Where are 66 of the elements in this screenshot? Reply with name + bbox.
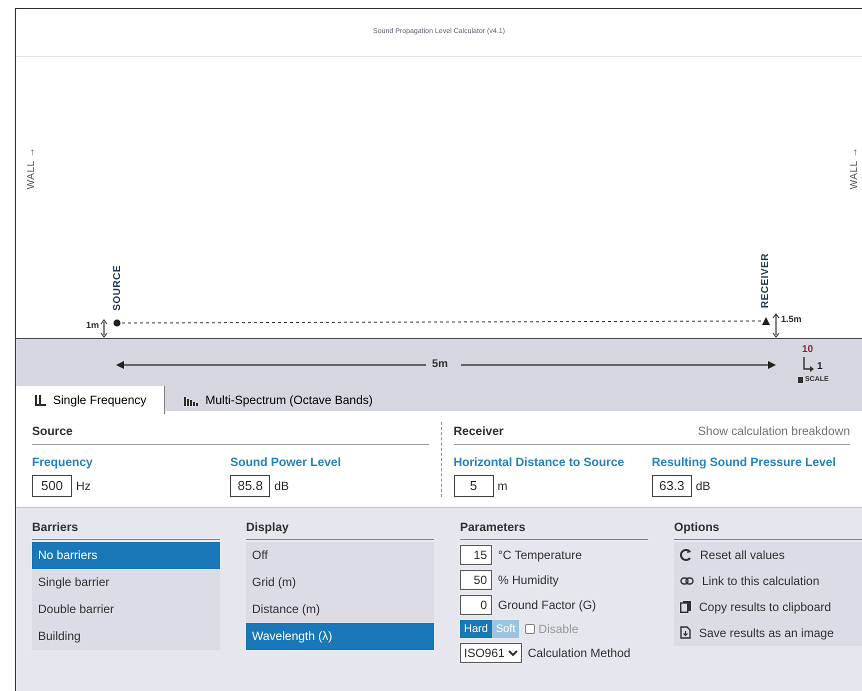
- receiver-label: RECEIVER: [759, 253, 772, 308]
- field-label: Sound Power Level: [230, 454, 342, 471]
- section-heading: Source: [32, 423, 73, 440]
- checkbox-label: Disable: [538, 620, 578, 638]
- breakdown-link[interactable]: Show calculation breakdown: [698, 422, 850, 440]
- source-dot: [114, 320, 120, 326]
- section-heading: Barriers: [32, 518, 220, 540]
- height-arrow: [100, 319, 108, 338]
- wall-label: WALL →: [848, 147, 861, 190]
- input-field[interactable]: 0: [460, 594, 492, 614]
- option-button[interactable]: Link to this calculation: [674, 568, 826, 594]
- list-item[interactable]: Off: [246, 542, 434, 568]
- wall-label: WALL →: [25, 147, 38, 190]
- input-field[interactable]: 5: [454, 475, 494, 496]
- value-display[interactable]: 85.8: [230, 475, 270, 496]
- scale-axes-icon: [803, 357, 814, 372]
- field-label: % Humidity: [498, 572, 559, 588]
- unit-label: m: [498, 478, 508, 495]
- method-select[interactable]: ISO961: [460, 643, 522, 663]
- section-heading: Receiver: [454, 423, 504, 440]
- unit-label: dB: [274, 478, 289, 495]
- field-label: Horizontal Distance to Source: [454, 454, 626, 471]
- field-label: Ground Factor (G): [498, 596, 596, 614]
- unit-label: Hz: [76, 478, 91, 495]
- scale-value: 1: [817, 360, 823, 374]
- height-label: 1.5m: [781, 313, 802, 326]
- refresh-icon: [680, 548, 692, 560]
- unit-label: dB: [696, 478, 710, 495]
- checkbox[interactable]: [525, 624, 536, 634]
- height-label: 1m: [86, 319, 100, 332]
- field-label: Resulting Sound Pressure Level: [652, 454, 837, 471]
- field-label: Frequency: [32, 454, 94, 471]
- list-item[interactable]: Single barrier: [32, 568, 220, 596]
- single-bar-icon: [34, 394, 47, 406]
- tab[interactable]: Multi-Spectrum (Octave Bands): [165, 386, 391, 414]
- receiver-icon: [762, 317, 770, 325]
- chevron-down-icon: [508, 650, 518, 656]
- list-item[interactable]: Building: [32, 622, 220, 650]
- input-field[interactable]: 15: [460, 544, 492, 564]
- distance-label: 5m: [432, 357, 448, 372]
- field-label: °C Temperature: [498, 546, 582, 564]
- list-item[interactable]: Double barrier: [32, 596, 220, 622]
- height-arrow: [772, 313, 780, 338]
- input-field[interactable]: 50: [460, 570, 492, 590]
- save-image-icon: [680, 626, 691, 639]
- list-item[interactable]: Wavelength (λ): [246, 622, 434, 650]
- copy-icon: [680, 600, 691, 612]
- scale-icon: [798, 377, 803, 383]
- option-button[interactable]: Copy results to clipboard: [674, 594, 838, 620]
- list-item[interactable]: Grid (m): [246, 568, 434, 596]
- link-icon: [680, 576, 694, 584]
- section-heading: Options: [674, 518, 862, 540]
- option-button[interactable]: Save results as an image: [674, 620, 840, 646]
- input-field[interactable]: 500: [32, 475, 72, 496]
- list-item[interactable]: No barriers: [32, 542, 220, 568]
- field-label: Calculation Method: [528, 645, 630, 662]
- option-button[interactable]: Reset all values: [674, 542, 791, 568]
- scale-value: 10: [802, 343, 814, 357]
- toggle-option[interactable]: Hard: [460, 620, 492, 638]
- value-display[interactable]: 63.3: [652, 475, 692, 496]
- bar-chart-icon: [183, 394, 200, 406]
- source-label: SOURCE: [111, 265, 124, 311]
- tab[interactable]: Single Frequency: [16, 386, 166, 414]
- section-heading: Display: [246, 518, 434, 540]
- section-heading: Parameters: [460, 518, 648, 540]
- list-item[interactable]: Distance (m): [246, 596, 434, 622]
